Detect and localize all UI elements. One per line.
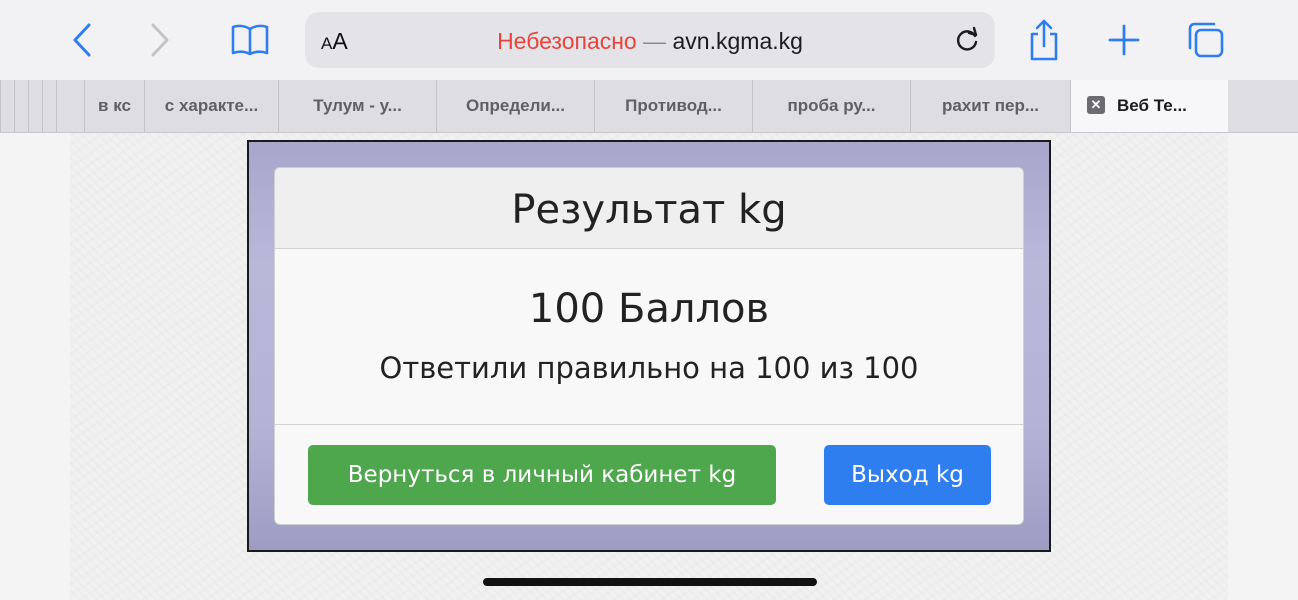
- tab[interactable]: рахит пер...: [910, 80, 1070, 132]
- url-separator: —: [636, 28, 673, 54]
- tab-active[interactable]: ✕ Веб Те...: [1070, 80, 1228, 132]
- tab[interactable]: в кс: [84, 80, 144, 132]
- tab-collapsed[interactable]: [42, 80, 56, 132]
- url-bar[interactable]: AA Небезопасно — avn.kgma.kg: [305, 12, 995, 68]
- tabs-overview-icon[interactable]: [1184, 16, 1228, 64]
- browser-toolbar: AA Небезопасно — avn.kgma.kg: [0, 0, 1298, 80]
- tab[interactable]: Определи...: [436, 80, 594, 132]
- result-card: Результат kg 100 Баллов Ответили правиль…: [274, 167, 1024, 525]
- reload-icon[interactable]: [951, 24, 983, 56]
- bookmarks-icon[interactable]: [228, 16, 272, 64]
- score-text: 100 Баллов: [528, 286, 770, 332]
- tab-collapsed[interactable]: [0, 80, 14, 132]
- tab-collapsed[interactable]: [56, 80, 84, 132]
- share-icon[interactable]: [1022, 16, 1066, 64]
- tab[interactable]: проба ру...: [752, 80, 910, 132]
- result-body: 100 Баллов Ответили правильно на 100 из …: [275, 249, 1023, 425]
- tab-collapsed[interactable]: [28, 80, 42, 132]
- answered-text: Ответили правильно на 100 из 100: [379, 351, 919, 385]
- tab[interactable]: Тулум - у...: [278, 80, 436, 132]
- back-to-cabinet-button[interactable]: Вернуться в личный кабинет kg: [308, 445, 776, 505]
- url-text: Небезопасно — avn.kgma.kg: [305, 12, 995, 68]
- close-tab-icon[interactable]: ✕: [1087, 95, 1105, 114]
- tab[interactable]: Противод...: [594, 80, 752, 132]
- url-host: avn.kgma.kg: [672, 28, 803, 54]
- result-title: Результат kg: [275, 168, 1023, 249]
- home-indicator[interactable]: [483, 578, 817, 586]
- insecure-label: Небезопасно: [497, 28, 637, 54]
- tab[interactable]: с характе...: [144, 80, 278, 132]
- forward-icon[interactable]: [138, 16, 182, 64]
- tab-collapsed[interactable]: [14, 80, 28, 132]
- new-tab-icon[interactable]: [1102, 16, 1146, 64]
- result-footer: Вернуться в личный кабинет kg Выход kg: [275, 425, 1023, 524]
- exit-button[interactable]: Выход kg: [824, 445, 991, 505]
- tab-strip-empty: [1228, 80, 1298, 132]
- back-icon[interactable]: [60, 16, 104, 64]
- tab-strip: в кс с характе... Тулум - у... Определи.…: [0, 80, 1298, 133]
